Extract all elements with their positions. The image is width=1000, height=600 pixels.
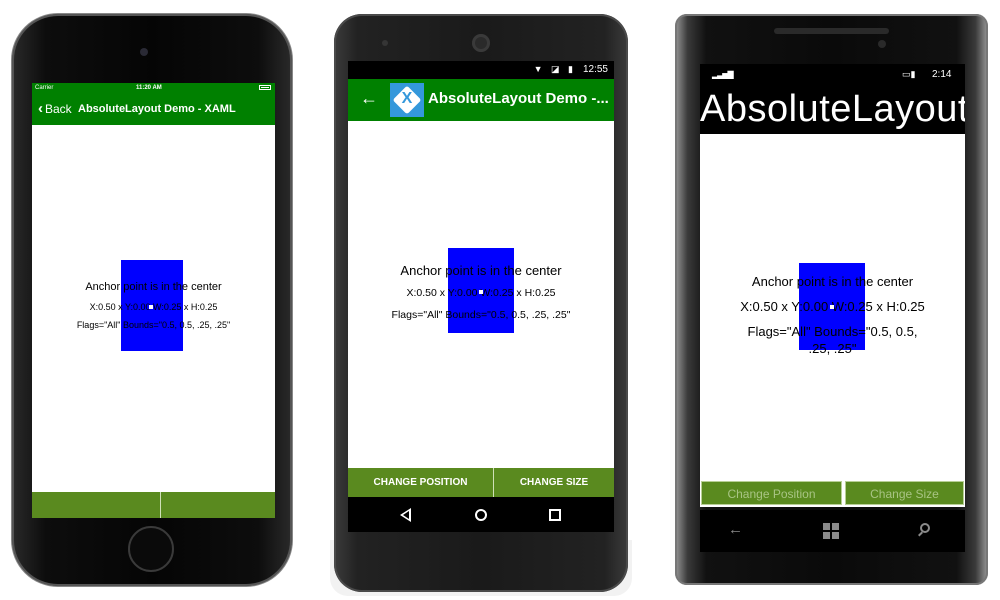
front-camera-icon xyxy=(472,34,490,52)
search-icon[interactable] xyxy=(920,523,930,533)
status-icons: ▼ ◪ ▮ xyxy=(533,64,576,74)
android-navigation-bar xyxy=(348,497,614,532)
anchor-label: Anchor point is in the center xyxy=(400,263,562,278)
windows-start-icon[interactable] xyxy=(823,523,839,539)
change-position-button[interactable] xyxy=(32,492,160,518)
xamarin-logo-icon: X xyxy=(390,83,424,117)
ios-status-bar: Carrier 11:20 AM xyxy=(32,83,275,94)
front-camera-icon xyxy=(140,48,148,56)
anchor-point-dot xyxy=(479,290,483,294)
status-time: 12:55 xyxy=(582,64,608,75)
earpiece-speaker xyxy=(774,28,889,34)
change-size-button[interactable]: CHANGE SIZE xyxy=(494,468,614,497)
bounds-label: Flags="All" Bounds="0.5, 0.5, .25, .25" xyxy=(391,309,571,321)
sensor-dot-icon xyxy=(382,40,388,46)
position-label: X:0.50 x Y:0.00 W:0.25 x H:0.25 xyxy=(89,302,218,312)
change-position-button[interactable]: CHANGE POSITION xyxy=(348,468,493,497)
anchor-label: Anchor point is in the center xyxy=(751,274,914,289)
wp-hardware-buttons: ← xyxy=(700,510,965,552)
page-title: AbsoluteLayout Demo - XAML xyxy=(78,103,236,115)
iphone-screen: Carrier 11:20 AM ‹ Back AbsoluteLayout De… xyxy=(32,83,275,518)
page-title: AbsoluteLayout xyxy=(700,88,965,130)
recents-square-icon[interactable] xyxy=(549,509,561,521)
home-button[interactable] xyxy=(128,526,174,572)
battery-icon: ▭▮ xyxy=(902,69,916,79)
change-position-button[interactable]: Change Position xyxy=(701,481,842,505)
home-circle-icon[interactable] xyxy=(475,509,487,521)
back-arrow-icon[interactable]: ← xyxy=(728,521,743,538)
carrier-label: Carrier xyxy=(35,85,54,91)
change-size-button[interactable] xyxy=(161,492,275,518)
page-title: AbsoluteLayout Demo -... xyxy=(428,90,609,107)
wp-status-bar: ▂▃▅▇ ▭▮ 2:14 xyxy=(700,64,965,86)
android-status-bar: ▼ ◪ ▮ 12:55 xyxy=(348,61,614,79)
button-bar: Change Position Change Size xyxy=(700,480,965,507)
front-camera-icon xyxy=(878,40,886,48)
change-size-button[interactable]: Change Size xyxy=(845,481,964,505)
anchor-label: Anchor point is in the center xyxy=(85,281,222,293)
back-button[interactable]: ‹ Back xyxy=(38,100,72,117)
bounds-label: Flags="All" Bounds="0.5, 0.5, .25, .25" xyxy=(747,324,918,356)
back-triangle-icon[interactable] xyxy=(400,508,411,522)
button-bar xyxy=(32,492,275,518)
back-label: Back xyxy=(45,102,72,116)
anchor-point-dot xyxy=(830,305,834,309)
status-time: 11:20 AM xyxy=(136,85,162,91)
battery-icon xyxy=(259,85,271,90)
button-bar: CHANGE POSITION CHANGE SIZE xyxy=(348,468,614,497)
arrow-back-icon[interactable]: ← xyxy=(360,88,378,109)
bounds-label: Flags="All" Bounds="0.5, 0.5, .25, .25" xyxy=(76,320,231,330)
wp-title-bar: AbsoluteLayout xyxy=(700,86,965,134)
windows-phone-screen: ▂▃▅▇ ▭▮ 2:14 AbsoluteLayout Anchor point… xyxy=(700,64,965,507)
android-toolbar: ← X AbsoluteLayout Demo -... xyxy=(348,79,614,121)
chevron-left-icon: ‹ xyxy=(38,100,43,117)
status-time: 2:14 xyxy=(932,69,952,80)
signal-icon: ▂▃▅▇ xyxy=(712,70,734,79)
ios-navigation-bar: ‹ Back AbsoluteLayout Demo - XAML xyxy=(32,94,275,125)
logo-letter: X xyxy=(401,90,413,107)
android-screen: ▼ ◪ ▮ 12:55 ← X AbsoluteLayout Demo -...… xyxy=(348,61,614,532)
anchor-point-dot xyxy=(149,305,153,309)
